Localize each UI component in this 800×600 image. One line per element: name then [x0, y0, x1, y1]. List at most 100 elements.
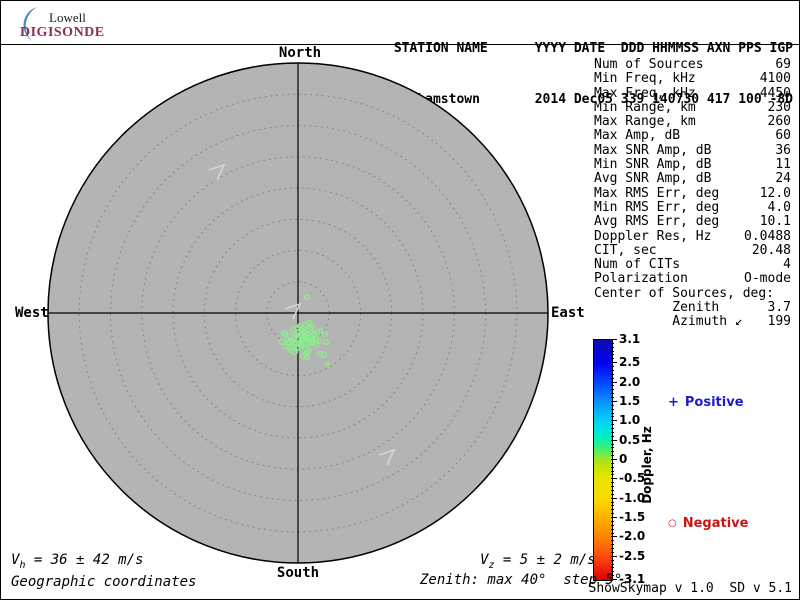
horizontal-velocity-readout: Vh = 36 ± 42 m/s: [11, 552, 144, 571]
colorbar-minor-tick: [611, 447, 614, 449]
stats-row: Num of Sources 69: [594, 57, 791, 72]
colorbar-minor-tick: [611, 563, 614, 565]
colorbar-minor-tick: [611, 342, 614, 344]
plus-symbol-icon: +: [668, 395, 679, 410]
colorbar-minor-tick: [611, 505, 614, 507]
colorbar-minor-tick: [611, 412, 614, 414]
colorbar-minor-tick: [611, 493, 614, 495]
colorbar-major-tick: [611, 555, 617, 557]
colorbar-minor-tick: [611, 389, 614, 391]
colorbar-minor-tick: [611, 540, 614, 542]
stats-row: Max RMS Err, deg 12.0: [594, 185, 791, 201]
colorbar-minor-tick: [611, 431, 614, 433]
colorbar-minor-tick: [611, 455, 614, 457]
colorbar-minor-tick: [611, 424, 614, 426]
colorbar-minor-tick: [611, 397, 614, 399]
statistics-panel: Num of Sources 69 Min Freq, kHz 4100 Max Fre…: [594, 57, 791, 330]
colorbar-minor-tick: [611, 559, 614, 561]
stats-row: Max SNR Amp, dB 36: [594, 142, 791, 158]
colorbar-minor-tick: [611, 482, 614, 484]
colorbar-minor-tick: [611, 385, 614, 387]
colorbar-tick-label: 2.0: [619, 374, 641, 389]
colorbar-minor-tick: [611, 470, 614, 472]
colorbar-major-tick: [611, 478, 617, 480]
colorbar-minor-tick: [611, 428, 614, 430]
colorbar-minor-tick: [611, 466, 614, 468]
colorbar-minor-tick: [611, 416, 614, 418]
colorbar-major-tick: [611, 459, 617, 460]
colorbar-title: Doppler, Hz: [640, 426, 654, 504]
stats-row: Min Freq, kHz 4100: [594, 71, 791, 87]
colorbar-minor-tick: [611, 346, 614, 348]
colorbar-minor-tick: [611, 369, 614, 371]
vertical-velocity-readout: Vz = 5 ± 2 m/s: [480, 552, 596, 571]
stats-row: Center of Sources, deg:: [594, 285, 775, 301]
colorbar-minor-tick: [611, 524, 614, 526]
stats-row: Min SNR Amp, dB 11: [594, 157, 791, 173]
stats-row: Avg RMS Err, deg 10.1: [594, 214, 791, 230]
colorbar-minor-tick: [611, 443, 614, 445]
colorbar-minor-tick: [611, 350, 614, 352]
colorbar-major-tick: [611, 439, 617, 441]
skymap-window: Lowell DIGISONDE STATION NAME YYYY DATE …: [0, 0, 800, 600]
colorbar-major-tick: [611, 536, 617, 538]
colorbar-minor-tick: [611, 544, 614, 546]
colorbar-minor-tick: [611, 486, 614, 488]
colorbar-major-tick: [611, 339, 617, 340]
colorbar-minor-tick: [611, 377, 614, 379]
stats-row: Max Range, km 260: [594, 114, 791, 130]
stats-row: Min Range, km 230: [594, 99, 791, 115]
colorbar-major-tick: [611, 517, 617, 519]
compass-west-label: West: [15, 305, 49, 321]
colorbar-minor-tick: [611, 474, 614, 476]
colorbar-minor-tick: [611, 393, 614, 395]
colorbar-major-tick: [611, 400, 617, 402]
colorbar-minor-tick: [611, 567, 614, 569]
legend-positive-label: Positive: [684, 395, 744, 410]
colorbar-minor-tick: [611, 358, 614, 360]
colorbar-major-tick: [611, 420, 617, 422]
compass-south-label: South: [276, 565, 320, 581]
colorbar-minor-tick: [611, 513, 614, 515]
legend-positive: + Positive: [668, 395, 744, 410]
legend-negative: ○ Negative: [668, 516, 748, 531]
stats-row: Doppler Res, Hz 0.0488: [594, 228, 791, 244]
stats-row: Max Freq, kHz 4450: [594, 85, 791, 101]
colorbar-minor-tick: [611, 532, 614, 534]
coordinate-system-label: Geographic coordinates: [11, 574, 197, 590]
circle-symbol-icon: ○: [668, 518, 677, 529]
legend-negative-label: Negative: [682, 516, 749, 531]
stats-row: Num of CITs 4: [594, 257, 791, 273]
colorbar-tick-label: 0: [619, 452, 628, 466]
colorbar-minor-tick: [611, 366, 614, 368]
colorbar-tick-label: -1.5: [619, 510, 646, 525]
colorbar-major-tick: [611, 497, 617, 499]
stats-row: Azimuth ↙ 199: [594, 314, 791, 330]
colorbar-tick-label: -2.0: [619, 529, 646, 544]
colorbar-minor-tick: [611, 462, 614, 464]
colorbar-minor-tick: [611, 451, 614, 453]
doppler-colorbar: [593, 339, 613, 581]
stats-row: CIT, sec 20.48: [594, 242, 791, 258]
colorbar-minor-tick: [611, 548, 614, 550]
colorbar-minor-tick: [611, 435, 614, 437]
stats-row: Max Amp, dB 60: [594, 128, 791, 144]
colorbar-major-tick: [611, 362, 617, 364]
colorbar-tick-label: 1.0: [619, 413, 641, 428]
colorbar-minor-tick: [611, 501, 614, 503]
colorbar-major-tick: [611, 381, 617, 383]
colorbar-minor-tick: [611, 404, 614, 406]
colorbar-minor-tick: [611, 373, 614, 375]
colorbar-tick-label: 3.1: [619, 332, 641, 346]
colorbar-minor-tick: [611, 509, 614, 511]
colorbar-tick-label: 2.5: [619, 355, 641, 370]
stats-row: Zenith 3.7: [594, 300, 791, 316]
stats-row: Polarization O-mode: [594, 271, 791, 287]
colorbar-minor-tick: [611, 520, 614, 522]
compass-east-label: East: [551, 305, 585, 321]
colorbar-tick-label: -2.5: [619, 548, 646, 563]
compass-north-label: North: [278, 45, 322, 61]
colorbar-tick-label: 0.5: [619, 432, 641, 447]
colorbar-tick-label: 1.5: [619, 393, 641, 408]
stats-row: Avg SNR Amp, dB 24: [594, 171, 791, 187]
